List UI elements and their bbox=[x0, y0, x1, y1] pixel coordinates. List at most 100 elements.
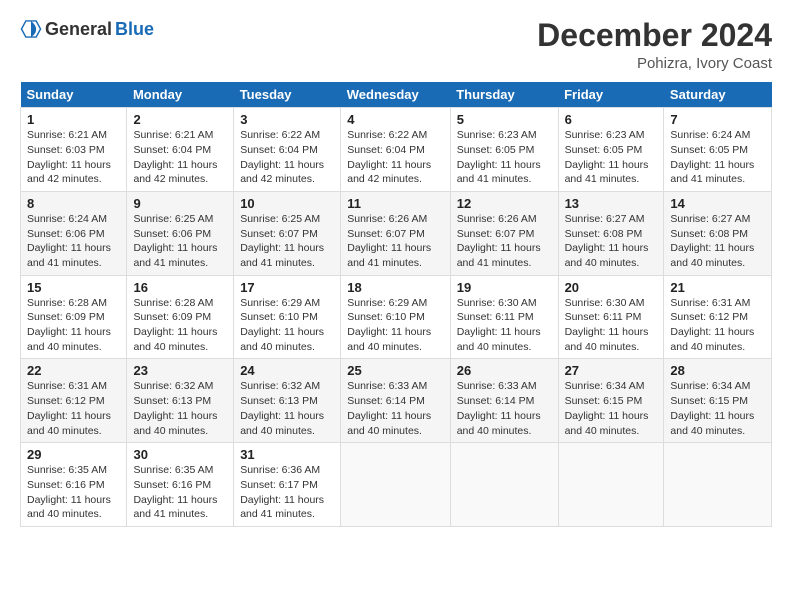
day-info: Sunrise: 6:23 AM Sunset: 6:05 PM Dayligh… bbox=[565, 128, 658, 187]
day-info: Sunrise: 6:31 AM Sunset: 6:12 PM Dayligh… bbox=[27, 379, 120, 438]
day-info: Sunrise: 6:33 AM Sunset: 6:14 PM Dayligh… bbox=[347, 379, 443, 438]
logo-icon bbox=[20, 18, 42, 40]
calendar-cell: 23 Sunrise: 6:32 AM Sunset: 6:13 PM Dayl… bbox=[127, 359, 234, 443]
day-info: Sunrise: 6:21 AM Sunset: 6:03 PM Dayligh… bbox=[27, 128, 120, 187]
calendar-cell bbox=[664, 443, 772, 527]
calendar-cell: 15 Sunrise: 6:28 AM Sunset: 6:09 PM Dayl… bbox=[21, 275, 127, 359]
day-info: Sunrise: 6:28 AM Sunset: 6:09 PM Dayligh… bbox=[27, 296, 120, 355]
day-number: 7 bbox=[670, 112, 765, 127]
day-info: Sunrise: 6:26 AM Sunset: 6:07 PM Dayligh… bbox=[347, 212, 443, 271]
day-number: 15 bbox=[27, 280, 120, 295]
header-thursday: Thursday bbox=[450, 82, 558, 108]
header-tuesday: Tuesday bbox=[234, 82, 341, 108]
header: General Blue December 2024 Pohizra, Ivor… bbox=[20, 18, 772, 72]
day-number: 20 bbox=[565, 280, 658, 295]
day-number: 30 bbox=[133, 447, 227, 462]
day-number: 28 bbox=[670, 363, 765, 378]
day-number: 19 bbox=[457, 280, 552, 295]
calendar-cell: 19 Sunrise: 6:30 AM Sunset: 6:11 PM Dayl… bbox=[450, 275, 558, 359]
day-number: 23 bbox=[133, 363, 227, 378]
calendar-cell: 2 Sunrise: 6:21 AM Sunset: 6:04 PM Dayli… bbox=[127, 108, 234, 192]
day-number: 18 bbox=[347, 280, 443, 295]
calendar-cell: 16 Sunrise: 6:28 AM Sunset: 6:09 PM Dayl… bbox=[127, 275, 234, 359]
day-number: 9 bbox=[133, 196, 227, 211]
calendar-cell: 24 Sunrise: 6:32 AM Sunset: 6:13 PM Dayl… bbox=[234, 359, 341, 443]
week-row-1: 1 Sunrise: 6:21 AM Sunset: 6:03 PM Dayli… bbox=[21, 108, 772, 192]
day-number: 31 bbox=[240, 447, 334, 462]
calendar-cell bbox=[558, 443, 664, 527]
day-info: Sunrise: 6:35 AM Sunset: 6:16 PM Dayligh… bbox=[133, 463, 227, 522]
week-row-3: 15 Sunrise: 6:28 AM Sunset: 6:09 PM Dayl… bbox=[21, 275, 772, 359]
calendar-cell: 30 Sunrise: 6:35 AM Sunset: 6:16 PM Dayl… bbox=[127, 443, 234, 527]
day-info: Sunrise: 6:24 AM Sunset: 6:05 PM Dayligh… bbox=[670, 128, 765, 187]
location-title: Pohizra, Ivory Coast bbox=[537, 55, 772, 72]
calendar-cell: 7 Sunrise: 6:24 AM Sunset: 6:05 PM Dayli… bbox=[664, 108, 772, 192]
day-number: 1 bbox=[27, 112, 120, 127]
calendar-cell bbox=[450, 443, 558, 527]
day-number: 2 bbox=[133, 112, 227, 127]
day-number: 27 bbox=[565, 363, 658, 378]
calendar-cell: 27 Sunrise: 6:34 AM Sunset: 6:15 PM Dayl… bbox=[558, 359, 664, 443]
day-info: Sunrise: 6:28 AM Sunset: 6:09 PM Dayligh… bbox=[133, 296, 227, 355]
week-row-5: 29 Sunrise: 6:35 AM Sunset: 6:16 PM Dayl… bbox=[21, 443, 772, 527]
day-number: 6 bbox=[565, 112, 658, 127]
day-info: Sunrise: 6:26 AM Sunset: 6:07 PM Dayligh… bbox=[457, 212, 552, 271]
calendar-cell: 10 Sunrise: 6:25 AM Sunset: 6:07 PM Dayl… bbox=[234, 191, 341, 275]
day-number: 14 bbox=[670, 196, 765, 211]
day-number: 29 bbox=[27, 447, 120, 462]
header-wednesday: Wednesday bbox=[341, 82, 450, 108]
day-info: Sunrise: 6:21 AM Sunset: 6:04 PM Dayligh… bbox=[133, 128, 227, 187]
calendar-cell: 11 Sunrise: 6:26 AM Sunset: 6:07 PM Dayl… bbox=[341, 191, 450, 275]
week-row-4: 22 Sunrise: 6:31 AM Sunset: 6:12 PM Dayl… bbox=[21, 359, 772, 443]
day-number: 10 bbox=[240, 196, 334, 211]
day-number: 24 bbox=[240, 363, 334, 378]
day-info: Sunrise: 6:25 AM Sunset: 6:06 PM Dayligh… bbox=[133, 212, 227, 271]
day-info: Sunrise: 6:27 AM Sunset: 6:08 PM Dayligh… bbox=[565, 212, 658, 271]
calendar-cell: 3 Sunrise: 6:22 AM Sunset: 6:04 PM Dayli… bbox=[234, 108, 341, 192]
day-info: Sunrise: 6:32 AM Sunset: 6:13 PM Dayligh… bbox=[240, 379, 334, 438]
calendar-cell: 13 Sunrise: 6:27 AM Sunset: 6:08 PM Dayl… bbox=[558, 191, 664, 275]
day-number: 8 bbox=[27, 196, 120, 211]
day-number: 22 bbox=[27, 363, 120, 378]
logo-general: General bbox=[45, 19, 112, 40]
day-number: 11 bbox=[347, 196, 443, 211]
day-info: Sunrise: 6:34 AM Sunset: 6:15 PM Dayligh… bbox=[670, 379, 765, 438]
day-info: Sunrise: 6:34 AM Sunset: 6:15 PM Dayligh… bbox=[565, 379, 658, 438]
day-number: 16 bbox=[133, 280, 227, 295]
day-info: Sunrise: 6:32 AM Sunset: 6:13 PM Dayligh… bbox=[133, 379, 227, 438]
day-number: 13 bbox=[565, 196, 658, 211]
calendar-cell: 26 Sunrise: 6:33 AM Sunset: 6:14 PM Dayl… bbox=[450, 359, 558, 443]
calendar-cell: 8 Sunrise: 6:24 AM Sunset: 6:06 PM Dayli… bbox=[21, 191, 127, 275]
calendar-cell: 9 Sunrise: 6:25 AM Sunset: 6:06 PM Dayli… bbox=[127, 191, 234, 275]
day-info: Sunrise: 6:22 AM Sunset: 6:04 PM Dayligh… bbox=[347, 128, 443, 187]
logo: General Blue bbox=[20, 18, 154, 40]
calendar-cell: 21 Sunrise: 6:31 AM Sunset: 6:12 PM Dayl… bbox=[664, 275, 772, 359]
day-number: 4 bbox=[347, 112, 443, 127]
day-number: 12 bbox=[457, 196, 552, 211]
day-info: Sunrise: 6:25 AM Sunset: 6:07 PM Dayligh… bbox=[240, 212, 334, 271]
calendar-cell: 14 Sunrise: 6:27 AM Sunset: 6:08 PM Dayl… bbox=[664, 191, 772, 275]
calendar-cell: 25 Sunrise: 6:33 AM Sunset: 6:14 PM Dayl… bbox=[341, 359, 450, 443]
day-number: 21 bbox=[670, 280, 765, 295]
logo-area: General Blue bbox=[20, 18, 154, 40]
calendar-cell: 6 Sunrise: 6:23 AM Sunset: 6:05 PM Dayli… bbox=[558, 108, 664, 192]
calendar-header-row: SundayMondayTuesdayWednesdayThursdayFrid… bbox=[21, 82, 772, 108]
day-info: Sunrise: 6:29 AM Sunset: 6:10 PM Dayligh… bbox=[347, 296, 443, 355]
calendar-cell: 31 Sunrise: 6:36 AM Sunset: 6:17 PM Dayl… bbox=[234, 443, 341, 527]
month-title: December 2024 bbox=[537, 18, 772, 53]
day-info: Sunrise: 6:29 AM Sunset: 6:10 PM Dayligh… bbox=[240, 296, 334, 355]
calendar-cell: 5 Sunrise: 6:23 AM Sunset: 6:05 PM Dayli… bbox=[450, 108, 558, 192]
day-number: 3 bbox=[240, 112, 334, 127]
day-number: 5 bbox=[457, 112, 552, 127]
calendar-cell: 22 Sunrise: 6:31 AM Sunset: 6:12 PM Dayl… bbox=[21, 359, 127, 443]
calendar-cell: 1 Sunrise: 6:21 AM Sunset: 6:03 PM Dayli… bbox=[21, 108, 127, 192]
day-info: Sunrise: 6:30 AM Sunset: 6:11 PM Dayligh… bbox=[565, 296, 658, 355]
day-number: 17 bbox=[240, 280, 334, 295]
day-info: Sunrise: 6:31 AM Sunset: 6:12 PM Dayligh… bbox=[670, 296, 765, 355]
header-monday: Monday bbox=[127, 82, 234, 108]
calendar-page: General Blue December 2024 Pohizra, Ivor… bbox=[0, 0, 792, 612]
calendar-cell: 12 Sunrise: 6:26 AM Sunset: 6:07 PM Dayl… bbox=[450, 191, 558, 275]
week-row-2: 8 Sunrise: 6:24 AM Sunset: 6:06 PM Dayli… bbox=[21, 191, 772, 275]
header-friday: Friday bbox=[558, 82, 664, 108]
logo-blue: Blue bbox=[115, 19, 154, 40]
